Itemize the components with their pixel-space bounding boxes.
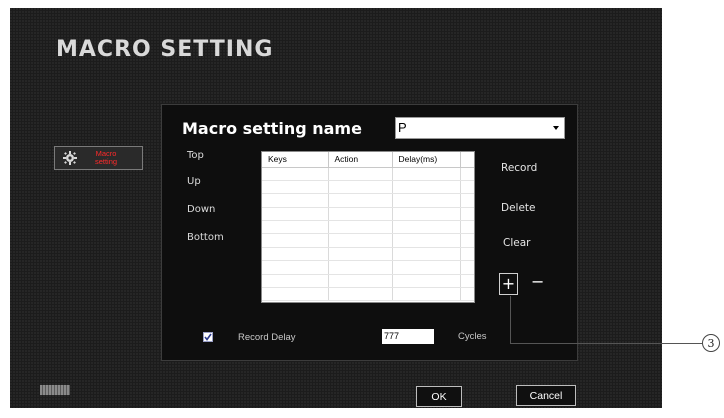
record-delay-checkbox[interactable] <box>203 332 213 342</box>
table-body <box>262 167 474 302</box>
cycles-input[interactable]: 777 <box>382 329 434 344</box>
record-button[interactable]: Record <box>501 162 537 174</box>
table-row[interactable] <box>262 193 474 208</box>
callout-line <box>510 296 511 344</box>
record-delay-label: Record Delay <box>238 332 296 343</box>
macro-name-value: P <box>398 120 407 135</box>
table-row[interactable] <box>262 207 474 222</box>
position-down[interactable]: Down <box>187 204 215 215</box>
table-row[interactable] <box>262 287 474 302</box>
macro-name-select[interactable]: P <box>395 117 565 139</box>
page-title: MACRO SETTING <box>56 37 274 62</box>
gear-icon <box>60 148 80 168</box>
position-up[interactable]: Up <box>187 176 201 187</box>
macro-setting-nav-button[interactable]: Macro setting <box>54 146 143 170</box>
table-row[interactable] <box>262 274 474 289</box>
macro-setting-window: MACRO SETTING Macro setting Macro settin… <box>10 8 662 408</box>
remove-button[interactable]: − <box>531 272 544 291</box>
table-row[interactable] <box>262 247 474 262</box>
delete-button[interactable]: Delete <box>501 202 536 214</box>
table-row[interactable] <box>262 180 474 195</box>
brand-logo <box>40 385 70 395</box>
column-header-action: Action <box>328 152 393 168</box>
ok-button[interactable]: OK <box>416 386 462 407</box>
table-row[interactable] <box>262 167 474 181</box>
macro-setting-nav-label: Macro setting <box>94 149 118 166</box>
column-header-delay: Delay(ms) <box>392 152 461 168</box>
callout-number-badge: 3 <box>702 334 720 352</box>
table-row[interactable] <box>262 260 474 275</box>
macro-events-table[interactable]: Keys Action Delay(ms) <box>261 151 475 303</box>
callout-line <box>510 343 702 344</box>
chevron-down-icon[interactable] <box>553 126 559 130</box>
macro-panel: Macro setting name P Top Up Down Bottom … <box>161 104 578 361</box>
table-row[interactable] <box>262 220 474 235</box>
position-top[interactable]: Top <box>187 150 204 161</box>
clear-button[interactable]: Clear <box>503 237 530 249</box>
macro-name-label: Macro setting name <box>182 119 362 138</box>
table-row[interactable] <box>262 233 474 248</box>
add-button[interactable]: + <box>499 273 518 295</box>
column-header-keys: Keys <box>262 152 329 168</box>
cycles-label: Cycles <box>458 331 487 342</box>
position-bottom[interactable]: Bottom <box>187 232 224 243</box>
checkmark-icon <box>204 333 212 341</box>
cancel-button[interactable]: Cancel <box>516 385 576 406</box>
